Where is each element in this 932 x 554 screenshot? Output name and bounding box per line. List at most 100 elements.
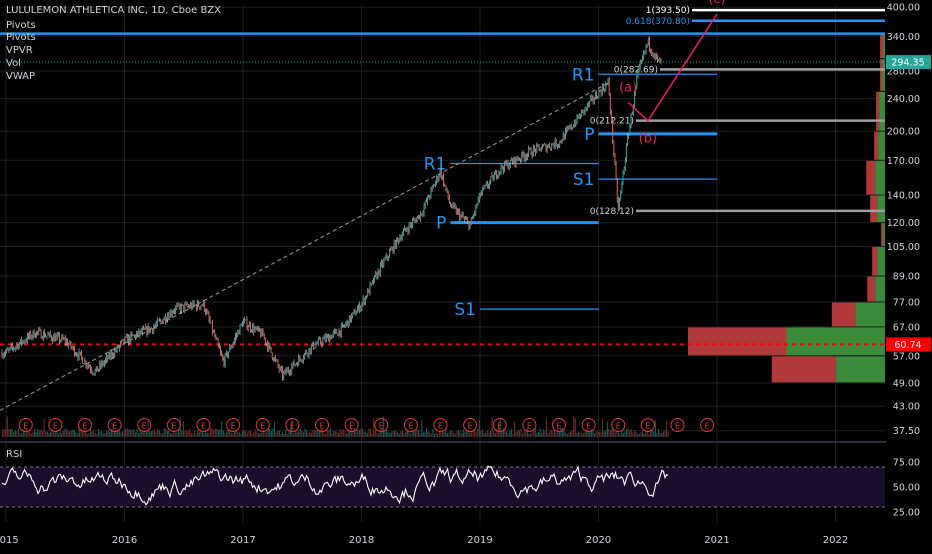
volume-bar	[77, 433, 79, 437]
candle-body	[47, 334, 49, 336]
candle-body	[220, 349, 221, 353]
candle-body	[287, 369, 289, 372]
volume-bar	[418, 430, 420, 437]
candle-body	[13, 347, 14, 349]
volume-bar	[125, 428, 127, 437]
volume-bar	[18, 428, 20, 437]
volume-bar	[3, 429, 5, 437]
candle-body	[516, 156, 518, 160]
candle-body	[444, 185, 446, 186]
candle-body	[233, 339, 235, 344]
candle-body	[659, 58, 661, 63]
volume-bar	[533, 429, 535, 437]
volume-bar	[376, 433, 378, 437]
candle-body	[355, 312, 357, 316]
volume-bar	[155, 431, 157, 437]
candle-body	[239, 324, 241, 335]
candle-body	[140, 330, 142, 333]
volume-bar	[218, 430, 220, 437]
candle-body	[382, 262, 384, 266]
candle-body	[24, 341, 26, 343]
volume-bar	[368, 428, 370, 437]
indicator-pivots-1[interactable]: Pivots	[6, 20, 36, 31]
candle-body	[217, 340, 219, 346]
candle-body	[116, 345, 118, 351]
indicator-vwap[interactable]: VWAP	[6, 71, 35, 82]
volume-bar	[34, 428, 36, 437]
volume-bar	[24, 432, 26, 437]
volume-bar	[370, 428, 372, 437]
candle-body	[513, 157, 515, 164]
volume-bar	[416, 428, 418, 437]
volume-bar	[174, 432, 176, 437]
candle-body	[191, 304, 193, 309]
volume-bar	[355, 429, 357, 437]
volume-bar	[198, 432, 200, 437]
volume-bar	[254, 429, 256, 437]
volume-bar	[211, 428, 213, 437]
indicator-pivots-2[interactable]: Pivots	[6, 32, 36, 43]
volume-bar	[634, 430, 636, 437]
candle-body	[462, 214, 464, 218]
volume-bar	[62, 430, 64, 437]
volume-bar	[395, 430, 397, 437]
candle-body	[658, 58, 660, 60]
candle-body	[188, 306, 190, 308]
volume-bar	[638, 432, 640, 437]
volume-bar	[194, 430, 196, 437]
volume-bar	[622, 433, 624, 437]
candle-body	[303, 353, 305, 359]
volume-bar	[224, 433, 226, 437]
candle-body	[354, 310, 356, 316]
volume-bar	[61, 432, 63, 437]
volume-bar	[286, 433, 288, 437]
volume-bar	[541, 432, 543, 437]
volume-bar	[594, 433, 596, 437]
chart-stage[interactable]: R1 P S1 R1 P S1 1(393.50) 0.618(370.80) 0(282.6…	[0, 0, 932, 550]
indicator-vol[interactable]: Vol	[6, 58, 21, 69]
earnings-marker-label: E	[23, 422, 28, 431]
volume-bar	[166, 430, 168, 437]
volume-bar	[96, 433, 98, 437]
candle-body	[206, 311, 208, 314]
candle-body	[194, 304, 196, 306]
candle-body	[109, 353, 111, 358]
candle-body	[627, 136, 629, 145]
candle-body	[284, 369, 286, 373]
volume-bar	[624, 431, 626, 437]
volume-profile-up-bar	[875, 276, 885, 302]
candle-body	[123, 338, 125, 343]
price-tick-label: 67.00	[893, 322, 920, 333]
candle-body	[574, 122, 576, 127]
candle-body	[183, 304, 185, 311]
candle-body	[309, 348, 311, 353]
price-tick-label: 200.00	[887, 127, 920, 138]
volume-bar	[619, 433, 621, 437]
volume-bar	[566, 433, 568, 437]
volume-bar	[37, 429, 39, 437]
price-tick-label: 240.00	[887, 94, 920, 105]
volume-bar	[440, 432, 442, 437]
earnings-marker-label: E	[527, 422, 532, 431]
volume-bar	[603, 431, 605, 437]
chart-svg[interactable]: R1 P S1 R1 P S1 1(393.50)0.618(370.80) 0(282.6…	[0, 0, 932, 550]
volume-bar	[256, 431, 258, 437]
volume-bar	[170, 433, 172, 437]
candle-body	[454, 205, 456, 208]
candle-body	[615, 164, 617, 180]
candle-body	[546, 147, 548, 151]
volume-bar	[570, 431, 572, 437]
indicator-vpvr[interactable]: VPVR	[6, 45, 33, 56]
volume-bar	[544, 431, 546, 437]
candle-body	[246, 319, 248, 329]
volume-bar	[584, 432, 586, 437]
candle-body	[643, 51, 645, 58]
volume-profile-up-bar	[879, 91, 885, 131]
candle-body	[137, 330, 139, 334]
candle-body	[463, 217, 465, 219]
volume-bar	[488, 432, 490, 437]
candle-body	[142, 328, 144, 330]
candle-body	[575, 122, 577, 124]
candle-body	[136, 333, 138, 338]
rsi-tick-label: 25.00	[893, 508, 920, 519]
